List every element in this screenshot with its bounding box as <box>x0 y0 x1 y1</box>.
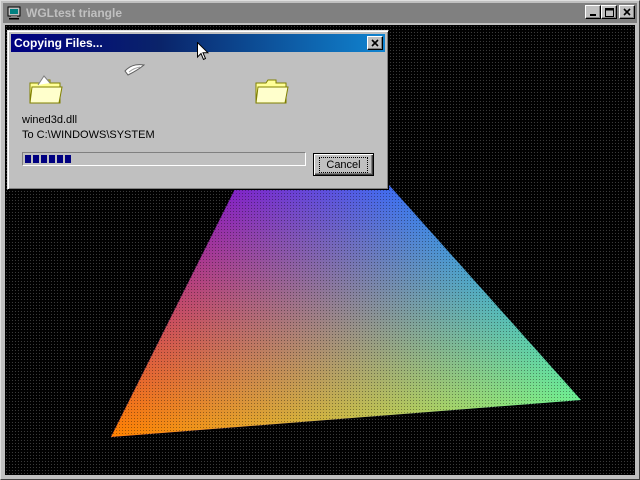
current-file-name: wined3d.dll <box>22 114 78 126</box>
window-controls <box>585 5 635 19</box>
maximize-icon <box>604 7 614 17</box>
progress-fill <box>25 155 73 163</box>
computer-icon[interactable] <box>6 5 22 21</box>
cancel-button-label: Cancel <box>319 156 368 173</box>
source-folder-icon <box>28 75 64 110</box>
arrow-cursor-icon <box>197 41 210 64</box>
main-window-title: WGLtest triangle <box>26 6 123 20</box>
quad-shape <box>111 185 581 437</box>
dialog-close-button[interactable] <box>367 36 383 50</box>
close-icon <box>623 8 631 16</box>
main-title-bar[interactable]: WGLtest triangle <box>3 3 637 23</box>
destination-folder-icon <box>254 75 290 110</box>
destination-path: To C:\WINDOWS\SYSTEM <box>22 129 155 141</box>
flying-document-icon <box>124 61 146 80</box>
copy-progress-bar <box>22 152 306 166</box>
close-button[interactable] <box>619 5 635 19</box>
minimize-button[interactable] <box>585 5 601 19</box>
minimize-icon <box>590 14 596 16</box>
close-icon <box>371 39 379 47</box>
dialog-title: Copying Files... <box>14 36 103 50</box>
maximize-button[interactable] <box>601 5 617 19</box>
cancel-button[interactable]: Cancel <box>313 153 374 176</box>
